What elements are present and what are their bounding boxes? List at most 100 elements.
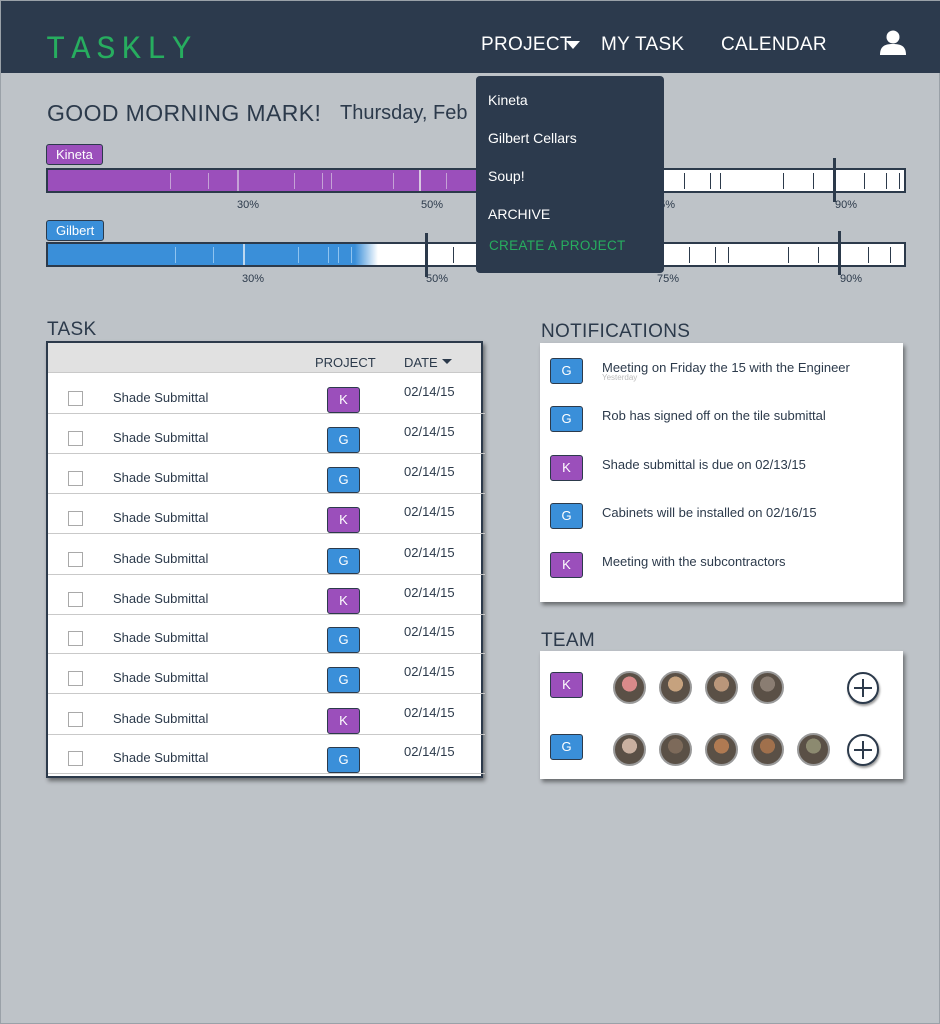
table-row[interactable]: Shade Submittal K 02/14/15 bbox=[48, 374, 485, 414]
project-badge[interactable]: G bbox=[327, 467, 360, 493]
team-panel: KG bbox=[540, 651, 903, 779]
project-badge[interactable]: G bbox=[327, 427, 360, 453]
project-badge[interactable]: G bbox=[327, 627, 360, 653]
table-row[interactable]: Shade Submittal G 02/14/15 bbox=[48, 535, 485, 575]
avatar[interactable] bbox=[751, 733, 784, 766]
task-checkbox[interactable] bbox=[68, 511, 83, 526]
milestone-marker bbox=[838, 231, 841, 275]
table-row[interactable]: Shade Submittal K 02/14/15 bbox=[48, 695, 485, 735]
notification-text: Meeting on Friday the 15 with the Engine… bbox=[602, 360, 850, 375]
task-table: PROJECT DATE Shade Submittal K 02/14/15 Sha… bbox=[46, 341, 485, 778]
notification-timestamp: Yesterday bbox=[602, 373, 638, 382]
notifications-section-title: NOTIFICATIONS bbox=[541, 321, 691, 342]
add-member-icon[interactable] bbox=[847, 672, 879, 704]
menu-item-kineta[interactable]: Kineta bbox=[488, 92, 528, 108]
project-badge[interactable]: G bbox=[550, 503, 583, 529]
current-date: Thursday, Feb bbox=[340, 102, 468, 124]
progress-label: 90% bbox=[840, 273, 863, 285]
progress-label: 50% bbox=[421, 199, 444, 211]
avatar[interactable] bbox=[613, 733, 646, 766]
create-project-link[interactable]: CREATE A PROJECT bbox=[489, 238, 626, 253]
notification-item[interactable]: G Cabinets will be installed on 02/16/15 bbox=[540, 503, 903, 543]
table-row[interactable]: Shade Submittal G 02/14/15 bbox=[48, 614, 485, 654]
task-checkbox[interactable] bbox=[68, 751, 83, 766]
menu-item-soup[interactable]: Soup! bbox=[488, 168, 525, 184]
nav-project[interactable]: PROJECT bbox=[481, 34, 572, 56]
table-row[interactable]: Shade Submittal K 02/14/15 bbox=[48, 494, 485, 534]
milestone-marker bbox=[425, 233, 428, 277]
table-row[interactable]: Shade Submittal G 02/14/15 bbox=[48, 414, 485, 454]
task-checkbox[interactable] bbox=[68, 631, 83, 646]
avatar[interactable] bbox=[705, 671, 738, 704]
task-checkbox[interactable] bbox=[68, 471, 83, 486]
task-checkbox[interactable] bbox=[68, 431, 83, 446]
task-checkbox[interactable] bbox=[68, 391, 83, 406]
nav-my-task[interactable]: MY TASK bbox=[601, 34, 684, 56]
project-badge[interactable]: G bbox=[327, 667, 360, 693]
table-row[interactable]: Shade Submittal G 02/14/15 bbox=[48, 734, 485, 774]
project-tag-gilbert[interactable]: Gilbert bbox=[46, 220, 105, 241]
project-badge[interactable]: G bbox=[327, 747, 360, 773]
task-section-title: TASK bbox=[47, 319, 97, 340]
table-row[interactable]: Shade Submittal K 02/14/15 bbox=[48, 575, 485, 615]
column-header-date[interactable]: DATE bbox=[404, 355, 438, 370]
project-badge[interactable]: K bbox=[327, 507, 360, 533]
notification-item[interactable]: K Shade submittal is due on 02/13/15 bbox=[540, 455, 903, 495]
avatar[interactable] bbox=[705, 733, 738, 766]
task-name: Shade Submittal bbox=[113, 510, 209, 525]
menu-item-archive[interactable]: ARCHIVE bbox=[488, 206, 550, 222]
notification-item[interactable]: G Meeting on Friday the 15 with the Engin… bbox=[540, 358, 903, 398]
project-badge[interactable]: K bbox=[327, 387, 360, 413]
avatar[interactable] bbox=[659, 671, 692, 704]
notification-text: Rob has signed off on the tile submittal bbox=[602, 408, 826, 423]
team-section-title: TEAM bbox=[541, 630, 595, 651]
sort-caret-icon[interactable] bbox=[442, 359, 452, 364]
notification-item[interactable]: G Rob has signed off on the tile submitta… bbox=[540, 406, 903, 446]
task-name: Shade Submittal bbox=[113, 630, 209, 645]
app-logo[interactable]: TASKLY bbox=[46, 31, 197, 68]
project-badge[interactable]: G bbox=[550, 734, 583, 760]
menu-item-gilbert-cellars[interactable]: Gilbert Cellars bbox=[488, 130, 577, 146]
table-row[interactable]: Shade Submittal G 02/14/15 bbox=[48, 454, 485, 494]
project-tag-kineta[interactable]: Kineta bbox=[46, 144, 103, 165]
avatar[interactable] bbox=[751, 671, 784, 704]
avatar[interactable] bbox=[659, 733, 692, 766]
task-date: 02/14/15 bbox=[404, 384, 455, 399]
notification-item[interactable]: K Meeting with the subcontractors bbox=[540, 552, 903, 592]
project-badge[interactable]: G bbox=[550, 358, 583, 384]
task-date: 02/14/15 bbox=[404, 664, 455, 679]
avatar[interactable] bbox=[613, 671, 646, 704]
table-row[interactable]: Shade Submittal G 02/14/15 bbox=[48, 654, 485, 694]
task-checkbox[interactable] bbox=[68, 671, 83, 686]
task-checkbox[interactable] bbox=[68, 712, 83, 727]
project-badge[interactable]: K bbox=[550, 552, 583, 578]
project-badge[interactable]: K bbox=[550, 455, 583, 481]
progress-label: 50% bbox=[426, 273, 449, 285]
chevron-down-icon[interactable] bbox=[566, 41, 580, 49]
project-badge[interactable]: K bbox=[550, 672, 583, 698]
task-date: 02/14/15 bbox=[404, 545, 455, 560]
nav-calendar[interactable]: CALENDAR bbox=[721, 34, 827, 56]
task-checkbox[interactable] bbox=[68, 552, 83, 567]
task-name: Shade Submittal bbox=[113, 591, 209, 606]
project-badge[interactable]: G bbox=[327, 548, 360, 574]
greeting: GOOD MORNING MARK! bbox=[47, 100, 322, 126]
avatar[interactable] bbox=[797, 733, 830, 766]
project-dropdown-menu: Kineta Gilbert Cellars Soup! ARCHIVE CRE… bbox=[476, 76, 664, 273]
project-badge[interactable]: G bbox=[550, 406, 583, 432]
notification-text: Meeting with the subcontractors bbox=[602, 554, 786, 569]
column-header-project[interactable]: PROJECT bbox=[315, 355, 376, 370]
task-checkbox[interactable] bbox=[68, 592, 83, 607]
progress-fill-kineta bbox=[48, 170, 476, 191]
task-name: Shade Submittal bbox=[113, 711, 209, 726]
add-member-icon[interactable] bbox=[847, 734, 879, 766]
user-icon[interactable] bbox=[880, 30, 906, 55]
progress-label: 30% bbox=[242, 273, 265, 285]
task-name: Shade Submittal bbox=[113, 750, 209, 765]
milestone-marker bbox=[833, 158, 836, 202]
progress-label: 75% bbox=[657, 273, 680, 285]
project-badge[interactable]: K bbox=[327, 588, 360, 614]
task-date: 02/14/15 bbox=[404, 464, 455, 479]
progress-label: 30% bbox=[237, 199, 260, 211]
project-badge[interactable]: K bbox=[327, 708, 360, 734]
